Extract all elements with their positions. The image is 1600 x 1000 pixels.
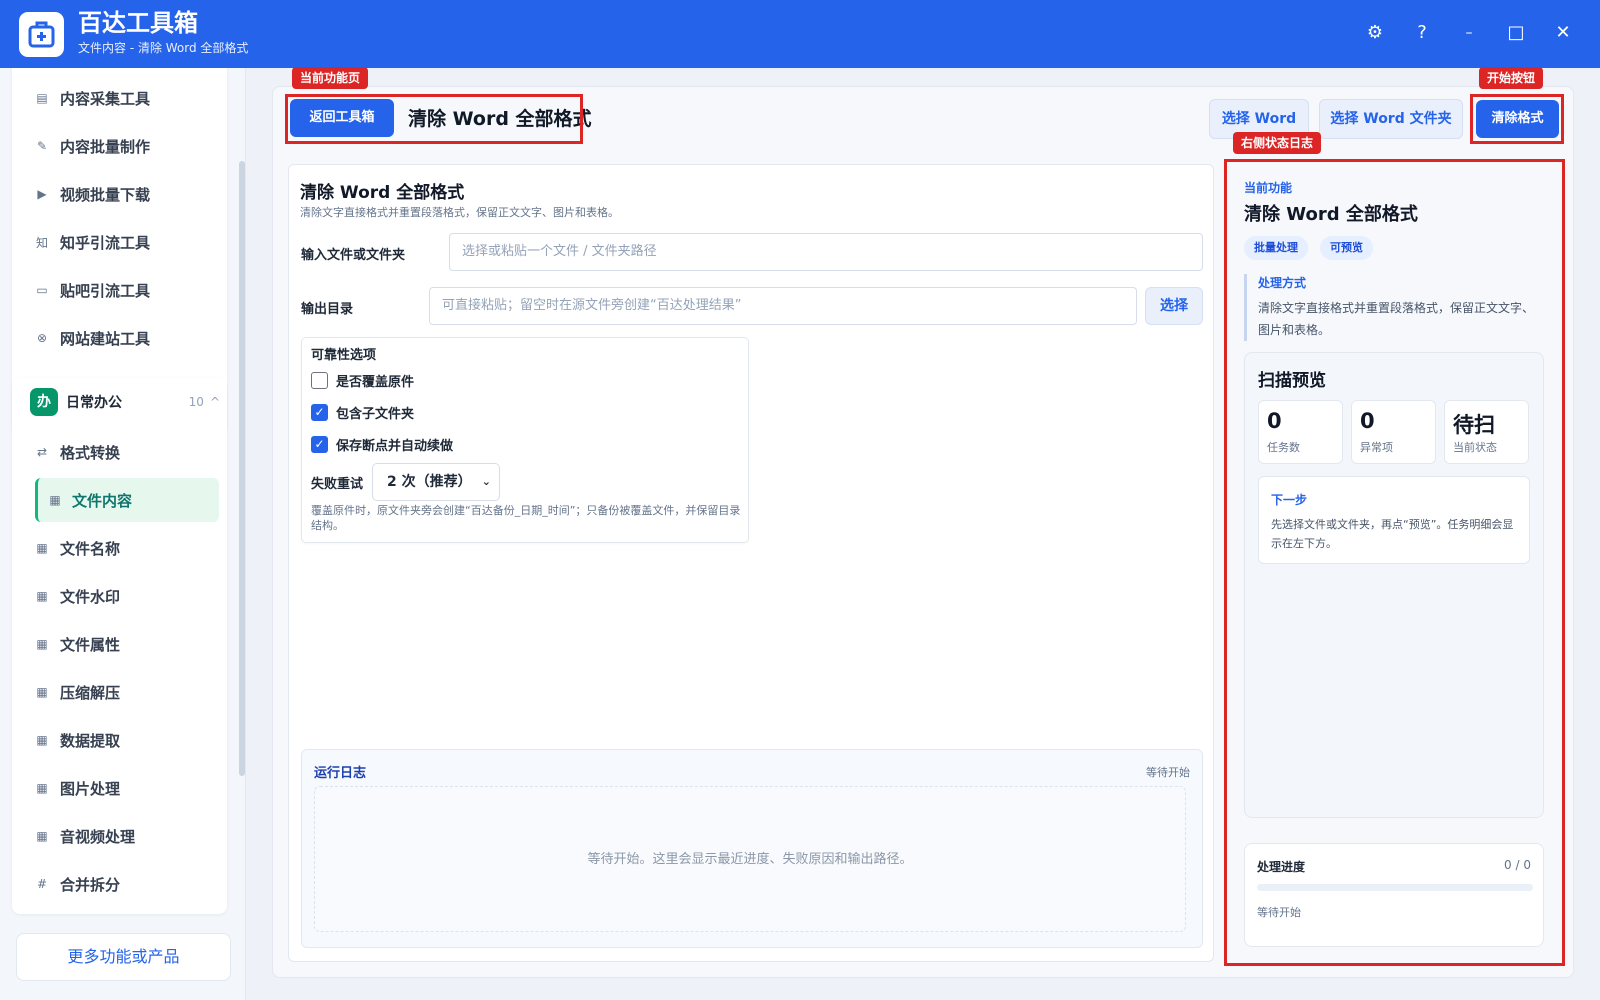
sidebar-item-video-download[interactable]: ▶ 视频批量下载: [24, 172, 219, 216]
sidebar-item-tieba[interactable]: ▭ 贴吧引流工具: [24, 268, 219, 312]
form-description: 清除文字直接格式并重置段落格式，保留正文文字、图片和表格。: [300, 206, 619, 219]
sidebar-item-label: 视频批量下载: [60, 185, 151, 204]
sidebar-item-label: 合并拆分: [60, 875, 121, 894]
more-products-button[interactable]: 更多功能或产品: [16, 933, 231, 981]
options-title: 可靠性选项: [311, 348, 377, 363]
option-include-subfolders[interactable]: ✓ 包含子文件夹: [311, 403, 414, 422]
sidebar-item-label: 图片处理: [60, 779, 121, 798]
toolbox-logo-icon: [19, 12, 64, 57]
input-path-field[interactable]: 选择或粘贴一个文件 / 文件夹路径: [449, 233, 1203, 271]
option-label: 包含子文件夹: [336, 407, 415, 422]
app-subtitle: 文件内容 - 清除 Word 全部格式: [78, 41, 249, 55]
sidebar-scrollbar[interactable]: [238, 76, 245, 976]
sidebar-item-content-collect[interactable]: ▤ 内容采集工具: [24, 76, 219, 120]
annotation-box-right-log: [1224, 159, 1565, 966]
close-icon[interactable]: ✕: [1548, 18, 1578, 48]
minimize-icon[interactable]: –: [1454, 18, 1484, 48]
sidebar-item-label: 文件内容: [72, 491, 133, 510]
sidebar-item-label: 内容批量制作: [60, 137, 151, 156]
sidebar-item-label: 文件水印: [60, 587, 121, 606]
office-group-icon: 办: [30, 388, 58, 416]
sidebar-item-zhihu[interactable]: 知知乎引流工具: [24, 220, 219, 264]
sidebar-group-office[interactable]: 办 日常办公 10 ^: [30, 386, 220, 418]
annotation-current-page: 当前功能页: [292, 67, 369, 89]
swap-icon: ⇄: [36, 445, 48, 459]
option-overwrite[interactable]: 是否覆盖原件: [311, 371, 414, 390]
annotation-box-current-page: [285, 94, 583, 144]
message-icon: ▭: [36, 283, 48, 297]
sidebar-item-label: 格式转换: [60, 443, 121, 462]
pen-icon: ✎: [36, 139, 48, 153]
hash-icon: #: [36, 877, 48, 891]
grid-icon: ▦: [36, 733, 48, 747]
sidebar-item-av[interactable]: ▦ 音视频处理: [24, 814, 219, 858]
output-label: 输出目录: [301, 302, 354, 317]
sidebar-item-file-props[interactable]: ▦ 文件属性: [24, 622, 219, 666]
zhihu-icon: 知: [35, 235, 48, 250]
chevron-down-icon: ⌄: [481, 475, 491, 488]
annotation-start-button: 开始按钮: [1479, 67, 1544, 89]
sidebar-item-watermark[interactable]: ▦ 文件水印: [24, 574, 219, 618]
sidebar-item-label: 文件属性: [60, 635, 121, 654]
chevron-up-icon[interactable]: ^: [210, 395, 220, 409]
log-title: 运行日志: [314, 766, 367, 781]
sidebar-item-label: 网站建站工具: [60, 329, 151, 348]
option-label: 是否覆盖原件: [336, 375, 415, 390]
document-icon: ▤: [36, 91, 48, 105]
checkbox-checked-icon[interactable]: ✓: [311, 436, 328, 453]
select-word-folder-button[interactable]: 选择 Word 文件夹: [1319, 99, 1463, 139]
sidebar-item-image[interactable]: ▦ 图片处理: [24, 766, 219, 810]
grid-icon: ▦: [36, 589, 48, 603]
grid-icon: ▦: [36, 637, 48, 651]
options-note: 覆盖原件时，原文件夹旁会创建“百达备份_日期_时间”；只备份被覆盖文件，并保留目…: [311, 504, 741, 532]
output-dir-field[interactable]: 可直接粘贴；留空时在源文件旁创建“百达处理结果”: [429, 287, 1137, 325]
form-title: 清除 Word 全部格式: [300, 183, 465, 203]
sidebar-item-website[interactable]: ⊗ 网站建站工具: [24, 316, 219, 360]
grid-icon: ▦: [36, 685, 48, 699]
log-status: 等待开始: [1146, 766, 1190, 779]
option-resume[interactable]: ✓ 保存断点并自动续做: [311, 435, 453, 454]
input-label: 输入文件或文件夹: [301, 248, 406, 263]
sidebar-item-merge-split[interactable]: # 合并拆分: [24, 862, 219, 906]
retry-select[interactable]: 2 次（推荐） ⌄: [372, 463, 500, 501]
retry-value: 2 次（推荐）: [387, 474, 472, 490]
sidebar-item-label: 内容采集工具: [60, 89, 151, 108]
checkbox-unchecked[interactable]: [311, 372, 328, 389]
sidebar-item-data-extract[interactable]: ▦ 数据提取: [24, 718, 219, 762]
sidebar-item-label: 文件名称: [60, 539, 121, 558]
sidebar-item-file-name[interactable]: ▦ 文件名称: [24, 526, 219, 570]
output-select-button[interactable]: 选择: [1145, 287, 1203, 325]
annotation-right-log: 右侧状态日志: [1233, 132, 1322, 154]
retry-label: 失败重试: [311, 477, 364, 492]
sidebar-item-label: 音视频处理: [60, 827, 136, 846]
sidebar: ▤ 内容采集工具 ✎ 内容批量制作 ▶ 视频批量下载 知知乎引流工具 ▭ 贴吧引流工具 …: [0, 68, 246, 1000]
grid-icon: ▦: [49, 493, 61, 507]
video-icon: ▶: [37, 187, 47, 201]
grid-icon: ▦: [36, 781, 48, 795]
sidebar-item-compress[interactable]: ▦ 压缩解压: [24, 670, 219, 714]
scrollbar-thumb[interactable]: [239, 161, 245, 776]
sidebar-item-format-convert[interactable]: ⇄ 格式转换: [24, 430, 219, 474]
grid-icon: ▦: [36, 541, 48, 555]
sidebar-item-label: 贴吧引流工具: [60, 281, 151, 300]
sidebar-item-label: 知乎引流工具: [60, 233, 151, 252]
settings-icon[interactable]: ⚙: [1360, 18, 1390, 48]
sidebar-item-label: 压缩解压: [60, 683, 121, 702]
group-count: 10: [188, 395, 204, 409]
checkbox-checked-icon[interactable]: ✓: [311, 404, 328, 421]
grid-icon: ▦: [36, 829, 48, 843]
maximize-icon[interactable]: □: [1501, 18, 1531, 48]
globe-icon: ⊗: [36, 331, 48, 345]
title-bar: 百达工具箱 文件内容 - 清除 Word 全部格式 ⚙ ? – □ ✕: [0, 0, 1600, 68]
app-title: 百达工具箱: [78, 9, 198, 37]
group-label: 日常办公: [66, 395, 122, 411]
sidebar-item-file-content[interactable]: ▦ 文件内容: [35, 478, 219, 522]
sidebar-item-content-batch[interactable]: ✎ 内容批量制作: [24, 124, 219, 168]
help-icon[interactable]: ?: [1407, 18, 1437, 48]
option-label: 保存断点并自动续做: [336, 439, 454, 454]
annotation-box-start-button: [1470, 94, 1564, 144]
log-body: 等待开始。这里会显示最近进度、失败原因和输出路径。: [314, 786, 1186, 932]
sidebar-item-label: 数据提取: [60, 731, 121, 750]
